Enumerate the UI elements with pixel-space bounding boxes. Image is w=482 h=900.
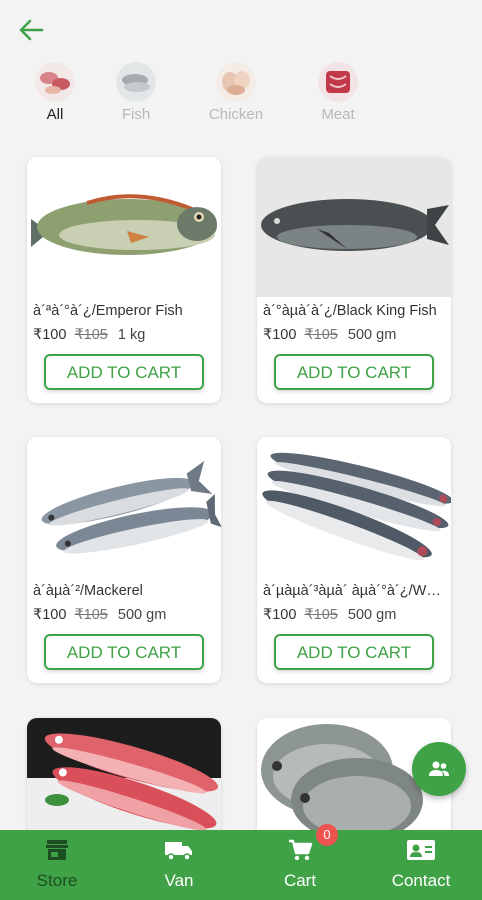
product-price-row: ₹100 ₹105 1 kg: [33, 327, 145, 343]
product-image-white-sardine: [257, 437, 451, 577]
category-label: Chicken: [208, 106, 264, 123]
add-to-cart-button[interactable]: ADD TO CART: [44, 354, 204, 390]
nav-cart[interactable]: Cart: [245, 838, 355, 891]
nav-label: Contact: [391, 871, 451, 890]
nav-label: Store: [36, 871, 78, 890]
product-price-row: ₹100 ₹105 500 gm: [33, 607, 166, 623]
product-price: ₹100: [263, 327, 297, 343]
mixed-meat-icon: [35, 62, 75, 102]
product-quantity: 1 kg: [117, 327, 146, 343]
product-price: ₹100: [33, 607, 67, 623]
product-name: à´µàµà´³àµà´ àµà´°à´¿/White …: [263, 583, 447, 599]
product-image-red-snapper: [27, 718, 221, 838]
add-to-cart-button[interactable]: ADD TO CART: [274, 354, 434, 390]
product-name: à´àµà´²/Mackerel: [33, 583, 143, 599]
nav-label: Cart: [283, 871, 317, 890]
category-meat[interactable]: Meat: [310, 62, 366, 123]
contact-card-icon: [407, 840, 435, 860]
people-icon: [429, 761, 449, 776]
nav-van[interactable]: Van: [124, 838, 234, 891]
category-all[interactable]: All: [27, 62, 83, 123]
nav-label: Van: [164, 871, 194, 890]
product-price-row: ₹100 ₹105 500 gm: [263, 607, 396, 623]
nav-store[interactable]: Store: [2, 838, 112, 891]
product-old-price: ₹105: [74, 327, 108, 343]
product-card[interactable]: à´µàµà´³àµà´ àµà´°à´¿/White … ₹100 ₹105 …: [257, 437, 451, 683]
meat-icon: [318, 62, 358, 102]
cart-count-badge: 0: [316, 824, 338, 846]
category-bar: All Fish Chicken Meat: [0, 62, 482, 123]
product-price: ₹100: [263, 607, 297, 623]
category-label: Fish: [121, 106, 151, 123]
store-icon: [46, 840, 68, 860]
product-old-price: ₹105: [304, 327, 338, 343]
category-fish[interactable]: Fish: [108, 62, 164, 123]
nav-contact[interactable]: Contact: [366, 838, 476, 891]
product-price-row: ₹100 ₹105 500 gm: [263, 327, 396, 343]
fish-icon: [116, 62, 156, 102]
arrow-left-icon: [19, 19, 44, 41]
add-to-cart-button[interactable]: ADD TO CART: [44, 634, 204, 670]
category-label: Meat: [321, 106, 355, 123]
product-name: à´ªà´°à´¿/Emperor Fish: [33, 303, 183, 319]
product-image-black-king-fish: [257, 157, 451, 297]
chicken-icon: [216, 62, 256, 102]
bottom-nav: Store Van Cart Contact: [0, 830, 482, 900]
product-quantity: 500 gm: [347, 607, 397, 623]
product-old-price: ₹105: [74, 607, 108, 623]
category-label: All: [46, 106, 64, 123]
product-quantity: 500 gm: [347, 327, 397, 343]
product-name: à´°àµà´à´¿/Black King Fish: [263, 303, 437, 319]
truck-icon: [165, 842, 192, 861]
product-card[interactable]: à´ªà´°à´¿/Emperor Fish ₹100 ₹105 1 kg AD…: [27, 157, 221, 403]
product-image-mackerel: [27, 437, 221, 577]
product-card[interactable]: à´àµà´²/Mackerel ₹100 ₹105 500 gm ADD TO…: [27, 437, 221, 683]
add-to-cart-button[interactable]: ADD TO CART: [274, 634, 434, 670]
back-button[interactable]: [18, 18, 46, 42]
product-price: ₹100: [33, 327, 67, 343]
product-image-emperor-fish: [27, 157, 221, 297]
category-chicken[interactable]: Chicken: [202, 62, 270, 123]
product-card[interactable]: à´°àµà´à´¿/Black King Fish ₹100 ₹105 500…: [257, 157, 451, 403]
cart-icon: [289, 839, 313, 861]
product-quantity: 500 gm: [117, 607, 167, 623]
product-old-price: ₹105: [304, 607, 338, 623]
contact-fab[interactable]: [412, 742, 466, 796]
product-card[interactable]: [27, 718, 221, 838]
